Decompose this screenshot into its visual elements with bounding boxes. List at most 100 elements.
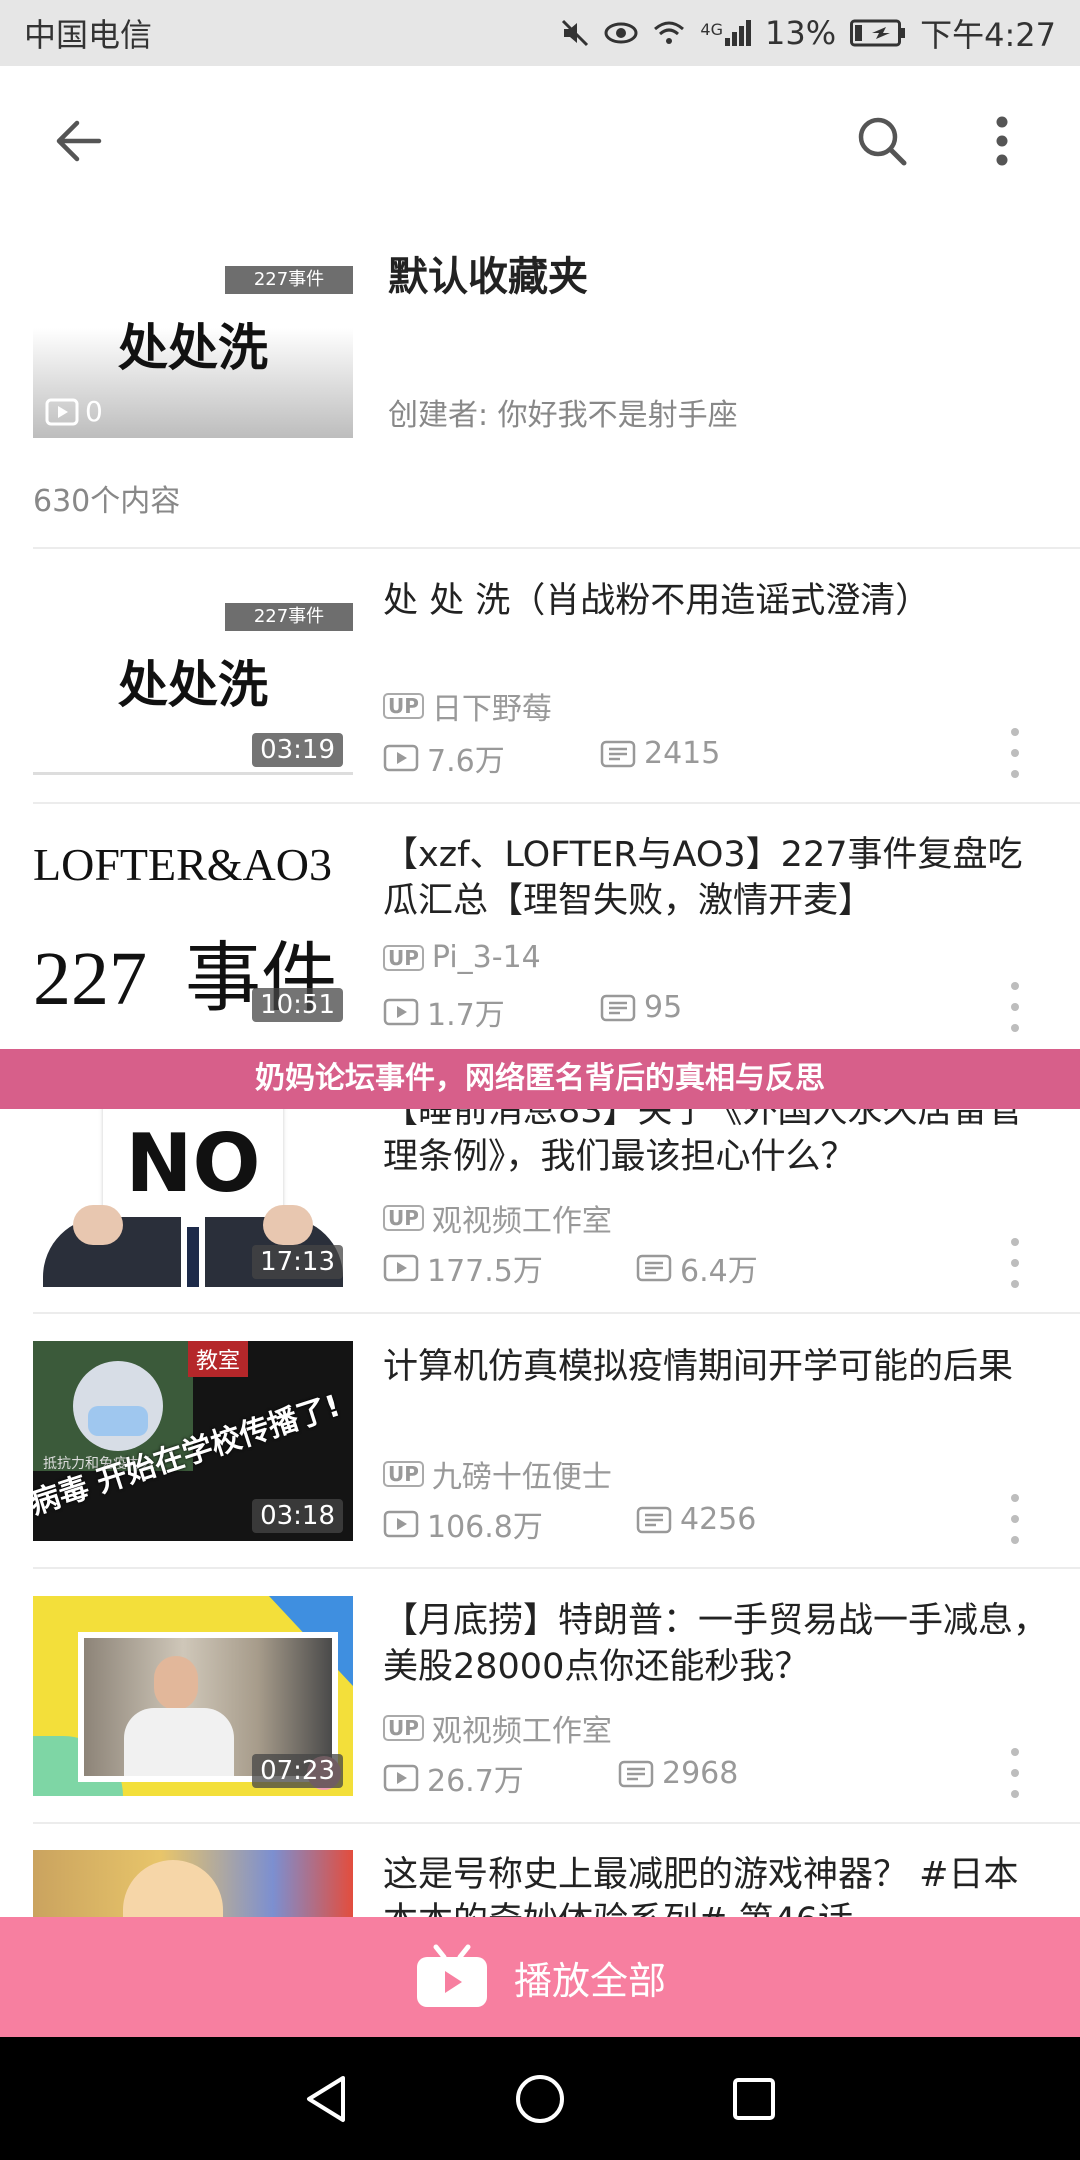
tie-shape — [187, 1227, 199, 1287]
battery-icon — [850, 19, 906, 47]
uploader-row: UP 观视频工作室 — [383, 1196, 612, 1240]
video-thumbnail[interactable]: 07:23 — [33, 1596, 353, 1796]
up-badge: UP — [383, 944, 424, 971]
thumb-cover-text: 处处洗 — [118, 319, 268, 377]
uploader-name: 日下野莓 — [431, 692, 552, 727]
item-more-button[interactable] — [1005, 1494, 1025, 1544]
play-count-value: 26.7万 — [427, 1764, 524, 1799]
play-all-button[interactable]: 播放全部 — [0, 1917, 1080, 2037]
video-thumbnail[interactable]: LOFTER&AO3 227 事件 10:51 — [33, 830, 353, 1030]
play-count: 177.5万 — [383, 1246, 543, 1290]
arrow-left-icon — [56, 120, 102, 162]
network-label: 4G — [700, 20, 723, 39]
video-title: 这是号称史上最减肥的游戏神器？ #日本本本的奇妙体验系列# 第46话 — [383, 1855, 1019, 1918]
uploader-row: UP 观视频工作室 — [383, 1706, 612, 1750]
mute-icon — [562, 19, 589, 47]
play-count-icon — [383, 998, 419, 1026]
up-badge: UP — [383, 1461, 424, 1487]
play-count-icon — [383, 1254, 419, 1282]
item-more-button[interactable] — [1005, 982, 1025, 1032]
play-count-value: 7.6万 — [427, 744, 505, 779]
favorite-cover[interactable]: 227事件 处处洗 0 — [33, 238, 353, 438]
video-title: 处 处 洗（肖战粉不用造谣式澄清） — [383, 581, 931, 621]
uploader-name: 观视频工作室 — [431, 1714, 612, 1749]
up-badge: UP — [383, 693, 424, 719]
more-options-button[interactable] — [972, 111, 1032, 171]
thumb-badge: 227事件 — [225, 266, 353, 294]
video-thumbnail[interactable]: 教室 抵抗力和免疫力人 病毒 开始在学校传播了! 03:18 — [33, 1341, 353, 1541]
divider — [33, 1312, 1080, 1314]
mask-shape — [88, 1406, 148, 1436]
carrier-label: 中国电信 — [24, 16, 153, 54]
folder-title: 默认收藏夹 — [388, 254, 588, 300]
up-badge: UP — [383, 1715, 424, 1741]
video-title: 【xzf、LOFTER与AO3】227事件复盘吃瓜汇总【理智失败，激情开麦】 — [383, 835, 1023, 921]
top-toolbar — [0, 66, 1080, 216]
search-button[interactable] — [852, 111, 912, 171]
square-recents-icon[interactable] — [731, 2076, 777, 2122]
video-thumbnail[interactable] — [33, 1850, 353, 1920]
triangle-back-icon[interactable] — [303, 2074, 349, 2124]
video-duration: 03:18 — [252, 1499, 343, 1533]
favorite-count-value: 0 — [85, 395, 103, 428]
clock: 下午4:27 — [920, 16, 1056, 54]
danmaku-count: 95 — [600, 990, 682, 1025]
headline-banner: 奶妈论坛事件，网络匿名背后的真相与反思 — [0, 1049, 1080, 1109]
danmaku-value: 6.4万 — [680, 1254, 758, 1289]
video-title: 计算机仿真模拟疫情期间开学可能的后果 — [383, 1347, 1014, 1387]
play-count: 106.8万 — [383, 1502, 543, 1546]
uploader-row: UP 九磅十伍便士 — [383, 1452, 612, 1496]
danmaku-count: 2968 — [618, 1756, 738, 1791]
uploader-row: UP Pi_3-14 — [383, 940, 541, 975]
danmaku-value: 95 — [644, 990, 683, 1025]
thumb-line-1: LOFTER&AO3 — [33, 839, 332, 890]
item-more-button[interactable] — [1005, 728, 1025, 778]
video-thumbnail[interactable]: NO 17:13 — [33, 1087, 353, 1287]
play-count-icon — [383, 1510, 419, 1538]
danmaku-icon — [636, 1254, 672, 1282]
thumb-cover-text: 处处洗 — [118, 656, 268, 714]
tv-play-icon — [416, 1944, 487, 2007]
system-nav-bar — [0, 2037, 1080, 2160]
item-more-button[interactable] — [1005, 1238, 1025, 1288]
folder-creator[interactable]: 创建者: 你好我不是射手座 — [388, 390, 738, 434]
play-count: 1.7万 — [383, 990, 505, 1034]
eye-icon — [604, 22, 638, 44]
uploader-name: Pi_3-14 — [431, 940, 541, 975]
right-hand-shape — [263, 1205, 313, 1245]
uploader-name: 九磅十伍便士 — [431, 1460, 612, 1495]
search-icon — [858, 117, 907, 166]
video-duration: 03:19 — [252, 733, 343, 767]
uploader-name: 观视频工作室 — [431, 1204, 612, 1239]
play-count-value: 177.5万 — [427, 1254, 543, 1289]
danmaku-value: 2415 — [644, 736, 721, 771]
play-count: 7.6万 — [383, 736, 505, 780]
video-thumbnail[interactable]: 227事件 处处洗 03:19 — [33, 575, 353, 775]
play-count-value: 106.8万 — [427, 1510, 543, 1545]
shirt-shape — [124, 1708, 234, 1776]
thumb-cover-text: NO — [125, 1117, 261, 1210]
play-box-icon — [45, 398, 79, 425]
danmaku-icon — [600, 740, 636, 767]
danmaku-value: 4256 — [680, 1502, 757, 1537]
signal-icon: 4G — [700, 20, 751, 46]
video-duration: 07:23 — [252, 1754, 343, 1788]
left-hand-shape — [73, 1205, 123, 1245]
danmaku-icon — [636, 1506, 672, 1533]
back-button[interactable] — [48, 111, 108, 171]
item-more-button[interactable] — [1005, 1748, 1025, 1798]
status-icons: 4G 13% 下午4:27 — [560, 10, 1056, 56]
play-count: 26.7万 — [383, 1756, 524, 1800]
danmaku-count: 2415 — [600, 736, 720, 771]
folder-content-count: 630个内容 — [33, 484, 181, 519]
video-duration: 10:51 — [252, 988, 343, 1022]
wifi-icon — [654, 21, 685, 44]
circle-home-icon[interactable] — [514, 2073, 566, 2125]
video-duration: 17:13 — [252, 1245, 343, 1279]
battery-percent: 13% — [765, 14, 837, 52]
divider — [33, 1567, 1080, 1569]
danmaku-icon — [600, 994, 636, 1021]
divider — [33, 547, 1080, 549]
divider — [33, 1822, 1080, 1824]
danmaku-value: 2968 — [662, 1756, 739, 1791]
